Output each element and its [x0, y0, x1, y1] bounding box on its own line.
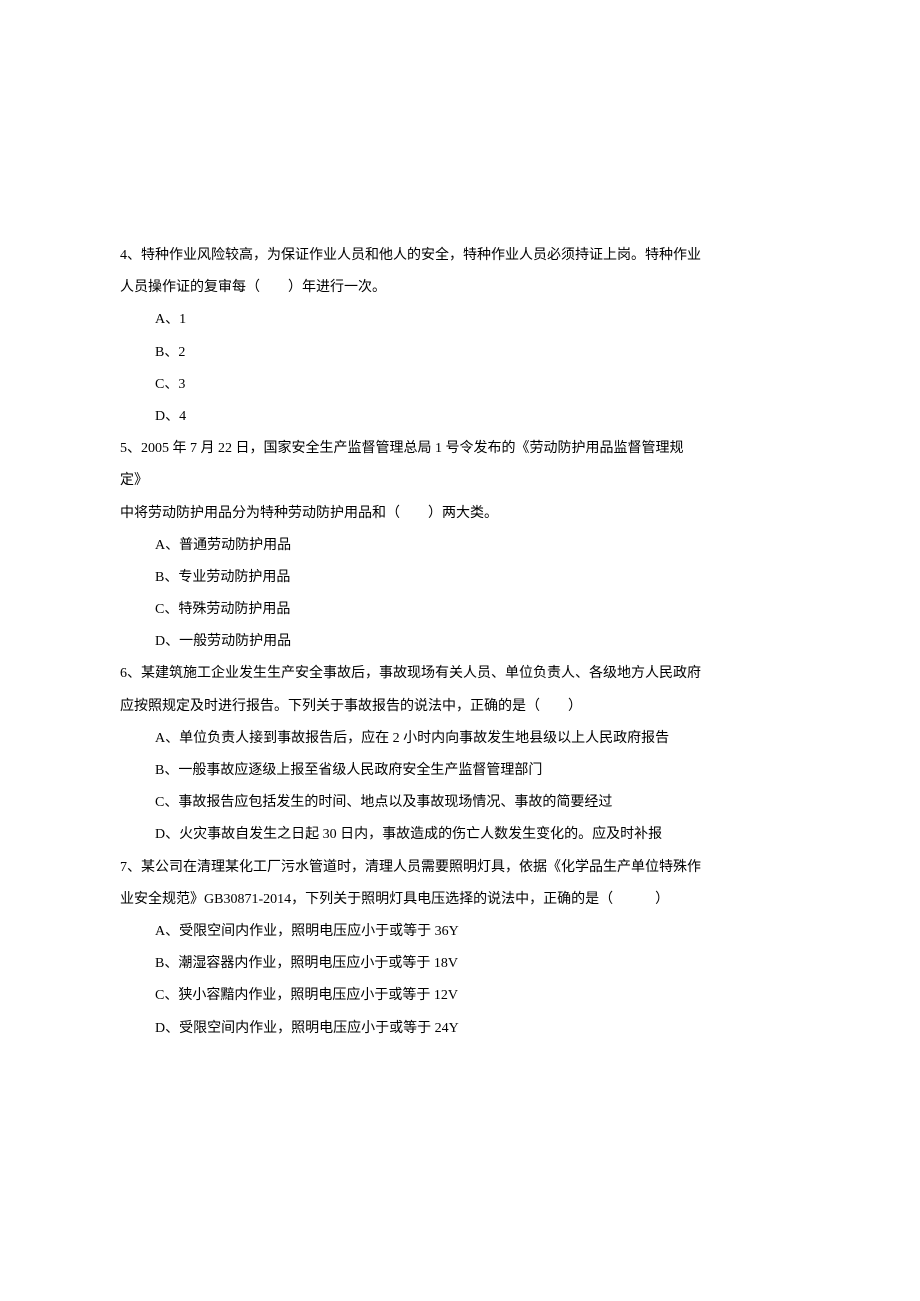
option-b: B、2 — [120, 337, 800, 369]
question-stem-line: 定》 — [120, 465, 800, 497]
question-stem-line: 业安全规范》GB30871-2014，下列关于照明灯具电压选择的说法中，正确的是… — [120, 884, 800, 916]
option-a: A、普通劳动防护用品 — [120, 530, 800, 562]
question-stem-line: 6、某建筑施工企业发生生产安全事故后，事故现场有关人员、单位负责人、各级地方人民… — [120, 658, 800, 690]
question-stem-line: 7、某公司在清理某化工厂污水管道时，清理人员需要照明灯具，依据《化学品生产单位特… — [120, 852, 800, 884]
question-6: 6、某建筑施工企业发生生产安全事故后，事故现场有关人员、单位负责人、各级地方人民… — [120, 658, 800, 851]
option-c: C、事故报告应包括发生的时间、地点以及事故现场情况、事故的简要经过 — [120, 787, 800, 819]
option-c: C、3 — [120, 369, 800, 401]
question-stem-line: 人员操作证的复审每（ ）年进行一次。 — [120, 272, 800, 304]
option-d: D、4 — [120, 401, 800, 433]
question-stem-line: 5、2005 年 7 月 22 日，国家安全生产监督管理总局 1 号令发布的《劳… — [120, 433, 800, 465]
question-stem-line: 4、特种作业风险较高，为保证作业人员和他人的安全，特种作业人员必须持证上岗。特种… — [120, 240, 800, 272]
option-a: A、受限空间内作业，照明电压应小于或等于 36Y — [120, 916, 800, 948]
option-a: A、单位负责人接到事故报告后，应在 2 小时内向事故发生地县级以上人民政府报告 — [120, 723, 800, 755]
option-c: C、特殊劳动防护用品 — [120, 594, 800, 626]
option-c: C、狭小容黯内作业，照明电压应小于或等于 12V — [120, 980, 800, 1012]
question-stem-line: 应按照规定及时进行报告。下列关于事故报告的说法中，正确的是（ ） — [120, 691, 800, 723]
option-b: B、潮湿容器内作业，照明电压应小于或等于 18V — [120, 948, 800, 980]
document-page: 4、特种作业风险较高，为保证作业人员和他人的安全，特种作业人员必须持证上岗。特种… — [0, 0, 920, 1045]
question-stem-line: 中将劳动防护用品分为特种劳动防护用品和（ ）两大类。 — [120, 498, 800, 530]
option-d: D、一般劳动防护用品 — [120, 626, 800, 658]
option-b: B、专业劳动防护用品 — [120, 562, 800, 594]
option-a: A、1 — [120, 304, 800, 336]
question-5: 5、2005 年 7 月 22 日，国家安全生产监督管理总局 1 号令发布的《劳… — [120, 433, 800, 658]
option-d: D、火灾事故自发生之日起 30 日内，事故造成的伤亡人数发生变化的。应及时补报 — [120, 819, 800, 851]
option-b: B、一般事故应逐级上报至省级人民政府安全生产监督管理部门 — [120, 755, 800, 787]
question-7: 7、某公司在清理某化工厂污水管道时，清理人员需要照明灯具，依据《化学品生产单位特… — [120, 852, 800, 1045]
question-4: 4、特种作业风险较高，为保证作业人员和他人的安全，特种作业人员必须持证上岗。特种… — [120, 240, 800, 433]
option-d: D、受限空间内作业，照明电压应小于或等于 24Y — [120, 1013, 800, 1045]
